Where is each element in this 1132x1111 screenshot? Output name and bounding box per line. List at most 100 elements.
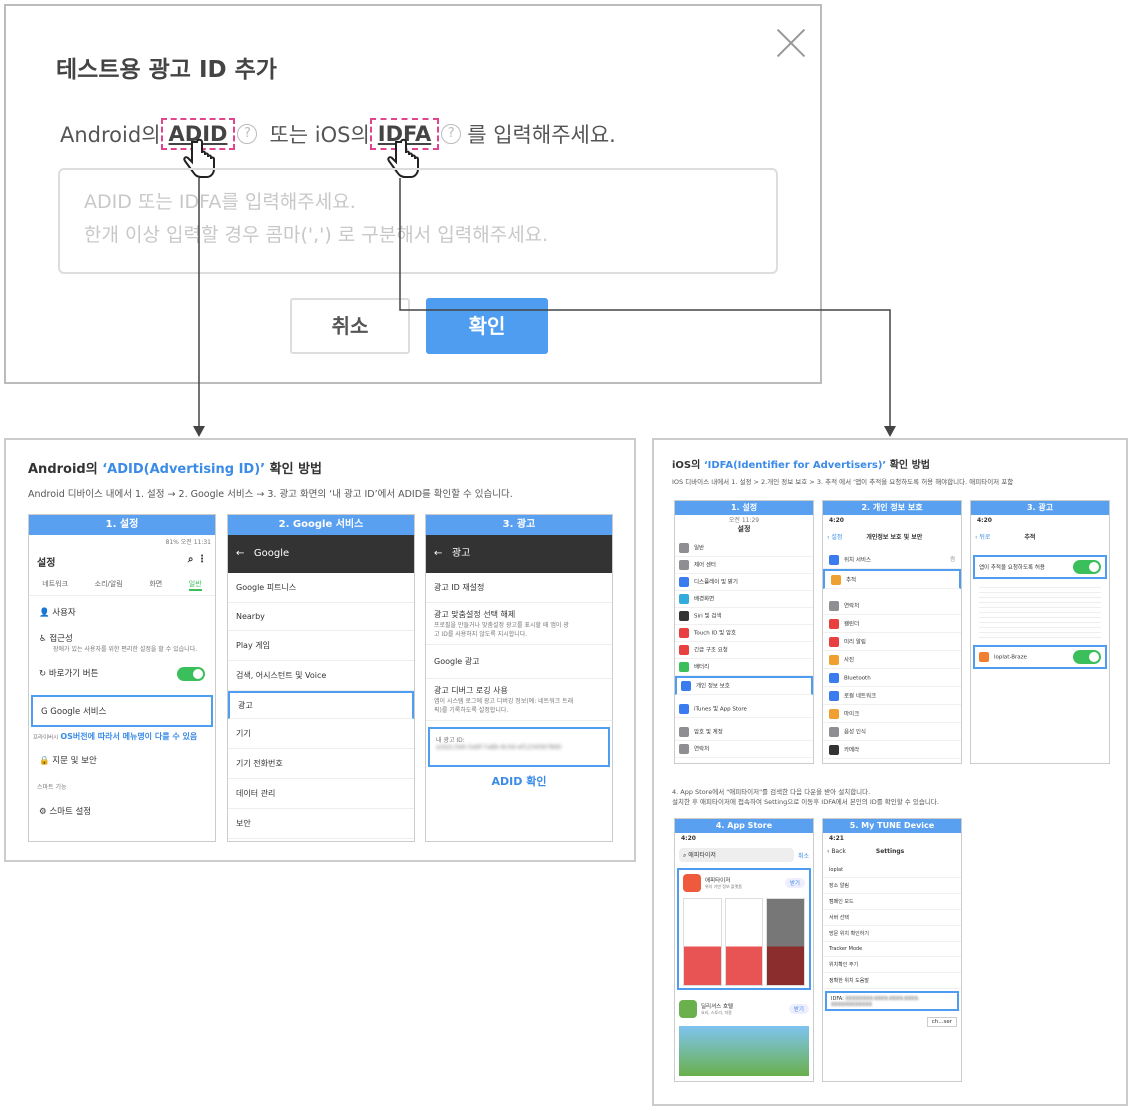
list-item[interactable]: 긴급 구조 요청	[675, 642, 813, 659]
list-item[interactable]: 캘린더	[823, 615, 961, 633]
back-link[interactable]: ‹ 뒤로	[975, 532, 990, 541]
screen-title: 추적	[1024, 534, 1036, 541]
list-item[interactable]: 광고 ID 재설정	[426, 573, 612, 603]
screen-title: Settings	[875, 848, 905, 855]
list-item[interactable]: 배경화면	[675, 591, 813, 608]
app-banner-image	[679, 1026, 809, 1076]
search-input[interactable]: ⌕ 애피타이저	[679, 848, 794, 862]
list-item[interactable]: 검색, 어시스턴트 및 Voice	[228, 661, 414, 691]
google-services-item[interactable]: G Google 서비스	[31, 695, 213, 727]
list-item[interactable]: iTunes 및 App Store	[675, 701, 813, 718]
list-item[interactable]: 광고 맞춤설정 선택 해제 프로필을 만들거나 맞춤설정 광고를 표시할 때 앱이…	[426, 603, 612, 645]
app-result-card[interactable]: 애피타이저 위치 기반 정보 플랫폼 받기	[677, 868, 811, 990]
list-item[interactable]: 일반	[675, 540, 813, 557]
privacy-icon	[829, 600, 839, 611]
list-item[interactable]: Bluetooth	[823, 669, 961, 687]
list-item[interactable]: 추적	[823, 569, 961, 589]
list-item[interactable]: 보안	[228, 809, 414, 839]
list-item[interactable]: 광고	[228, 691, 414, 719]
list-item[interactable]: 배터리	[675, 659, 813, 676]
app-tracking-toggle[interactable]: loplat-Braze	[973, 645, 1107, 669]
ios-guide-panel: iOS의 ‘IDFA(Identifier for Advertisers)’ …	[652, 438, 1128, 1106]
settings-icon	[679, 727, 689, 737]
list-item[interactable]: Play 게임	[228, 631, 414, 661]
app-bar: ← 광고	[426, 535, 612, 573]
privacy-icon	[829, 726, 839, 737]
list-item[interactable]: 광고 디버그 로깅 사용 앱이 시스템 로그에 광고 디버깅 정보(예: 네트워크…	[426, 679, 612, 721]
ios-guide-title: iOS의 ‘IDFA(Identifier for Advertisers)’ …	[672, 460, 930, 471]
choose-button[interactable]: ch...ser	[926, 1017, 957, 1027]
screen-title: 설정	[737, 525, 751, 533]
list-item[interactable]: ♿ 접근성 장애가 있는 사용자를 위한 편리한 설정을 할 수 있습니다.	[29, 628, 215, 657]
list-item[interactable]: 제어 센터	[675, 557, 813, 574]
get-button[interactable]: 받기	[784, 878, 805, 888]
list-item[interactable]: 카메라	[823, 741, 961, 759]
ios-tracking-screen: 3. 광고 4:20 ‹ 뒤로 추적 앱이 추적을 요청하도록 허용 loplat…	[970, 500, 1110, 764]
privacy-icon	[829, 636, 839, 647]
settings-icon	[681, 681, 691, 691]
list-item[interactable]: 기기 전화번호	[228, 749, 414, 779]
android-guide-desc: Android 디바이스 내에서 1. 설정 → 2. Google 서비스 →…	[28, 489, 513, 500]
list-item[interactable]: 정확한 위치 도움말	[823, 973, 961, 989]
list-item[interactable]: 개인 정보 보호	[675, 676, 813, 695]
ios-tune-device-screen: 5. My TUNE Device 4:21 ‹ Back Settings lo…	[822, 818, 962, 1082]
list-item[interactable]: Touch ID 및 암호	[675, 625, 813, 642]
status-bar: 81% 오전 11:31	[165, 539, 211, 546]
tab-general[interactable]: 일반	[188, 579, 202, 591]
list-item[interactable]: 기기	[228, 719, 414, 749]
privacy-icon	[829, 554, 839, 565]
list-item[interactable]: 로컬 네트워크	[823, 687, 961, 705]
status-time: 4:21	[829, 835, 844, 842]
list-item[interactable]: 위치확인 주기	[823, 957, 961, 973]
step-header: 3. 광고	[971, 501, 1109, 515]
list-item[interactable]: 연락처	[823, 597, 961, 615]
list-item[interactable]: 방문 위치 확인하기	[823, 926, 961, 942]
list-item[interactable]: 위치 서비스 켬	[823, 551, 961, 569]
step-header: 2. 개인 정보 보호	[823, 501, 961, 515]
list-item[interactable]: ⚙ 스마트 설정	[29, 795, 215, 827]
settings-icon	[679, 577, 689, 587]
cancel-link[interactable]: 취소	[798, 851, 809, 860]
list-item[interactable]: 서버 선택	[823, 910, 961, 926]
list-item[interactable]: ↻ 바로가기 버튼	[29, 657, 215, 691]
search-icon[interactable]: ⌕ ⋮	[188, 554, 207, 569]
back-link[interactable]: ‹ Back	[827, 848, 846, 855]
list-item[interactable]: 암호 및 계정	[675, 724, 813, 741]
list-item[interactable]: Siri 및 검색	[675, 608, 813, 625]
list-item[interactable]: 캠페인 모드	[823, 894, 961, 910]
list-item[interactable]: 데이터 관리	[228, 779, 414, 809]
list-item[interactable]: Nearby	[228, 603, 414, 631]
android-guide-panel: Android의 ‘ADID(Advertising ID)’ 확인 방법 An…	[4, 438, 636, 862]
settings-icon	[679, 560, 689, 570]
tab-sound[interactable]: 소리/알림	[95, 579, 123, 591]
list-item[interactable]: 사진	[823, 651, 961, 669]
app-result[interactable]: 딜리셔스 호텔 요리, 스토리, 미용 받기	[675, 992, 813, 1026]
list-item[interactable]: 장소 알림	[823, 878, 961, 894]
connector-arrows	[193, 178, 896, 437]
idfa-box[interactable]: IDFA: XXXXXXXX-XXXX-XXXX-XXXX-XXXXXXXXXX…	[825, 991, 959, 1011]
my-ad-id-box[interactable]: 내 광고 ID: a1b2c3d4-5e6f-7a8b-9c0d-ef123456…	[428, 727, 610, 767]
app-screenshot	[766, 898, 806, 986]
tab-display[interactable]: 화면	[149, 579, 162, 591]
list-item[interactable]: 미리 알림	[823, 633, 961, 651]
list-item[interactable]: loplat	[823, 863, 961, 878]
android-google-screen: 2. Google 서비스 ← Google Google 피트니스 Nearby…	[227, 514, 415, 842]
list-item[interactable]: 👤 사용자	[29, 596, 215, 628]
get-button[interactable]: 받기	[788, 1004, 809, 1014]
allow-tracking-toggle[interactable]: 앱이 추적을 요청하도록 허용	[973, 555, 1107, 579]
list-item[interactable]: Tracker Mode	[823, 942, 961, 957]
step-header: 5. My TUNE Device	[823, 819, 961, 833]
list-item[interactable]: Google 피트니스	[228, 573, 414, 603]
list-item[interactable]: 음성 인식	[823, 723, 961, 741]
list-item[interactable]: 🔒 지문 및 보안	[29, 742, 215, 778]
list-item[interactable]: 연락처	[675, 741, 813, 758]
tab-network[interactable]: 네트워크	[42, 579, 68, 591]
app-icon	[683, 874, 701, 892]
status-time: 4:20	[829, 517, 844, 524]
list-item[interactable]: 디스플레이 및 밝기	[675, 574, 813, 591]
back-link[interactable]: ‹ 설정	[827, 532, 842, 541]
section-label: 프라이버시	[33, 734, 59, 741]
list-item[interactable]: 마이크	[823, 705, 961, 723]
list-item[interactable]: Google 광고	[426, 645, 612, 679]
toggle[interactable]	[177, 667, 205, 681]
